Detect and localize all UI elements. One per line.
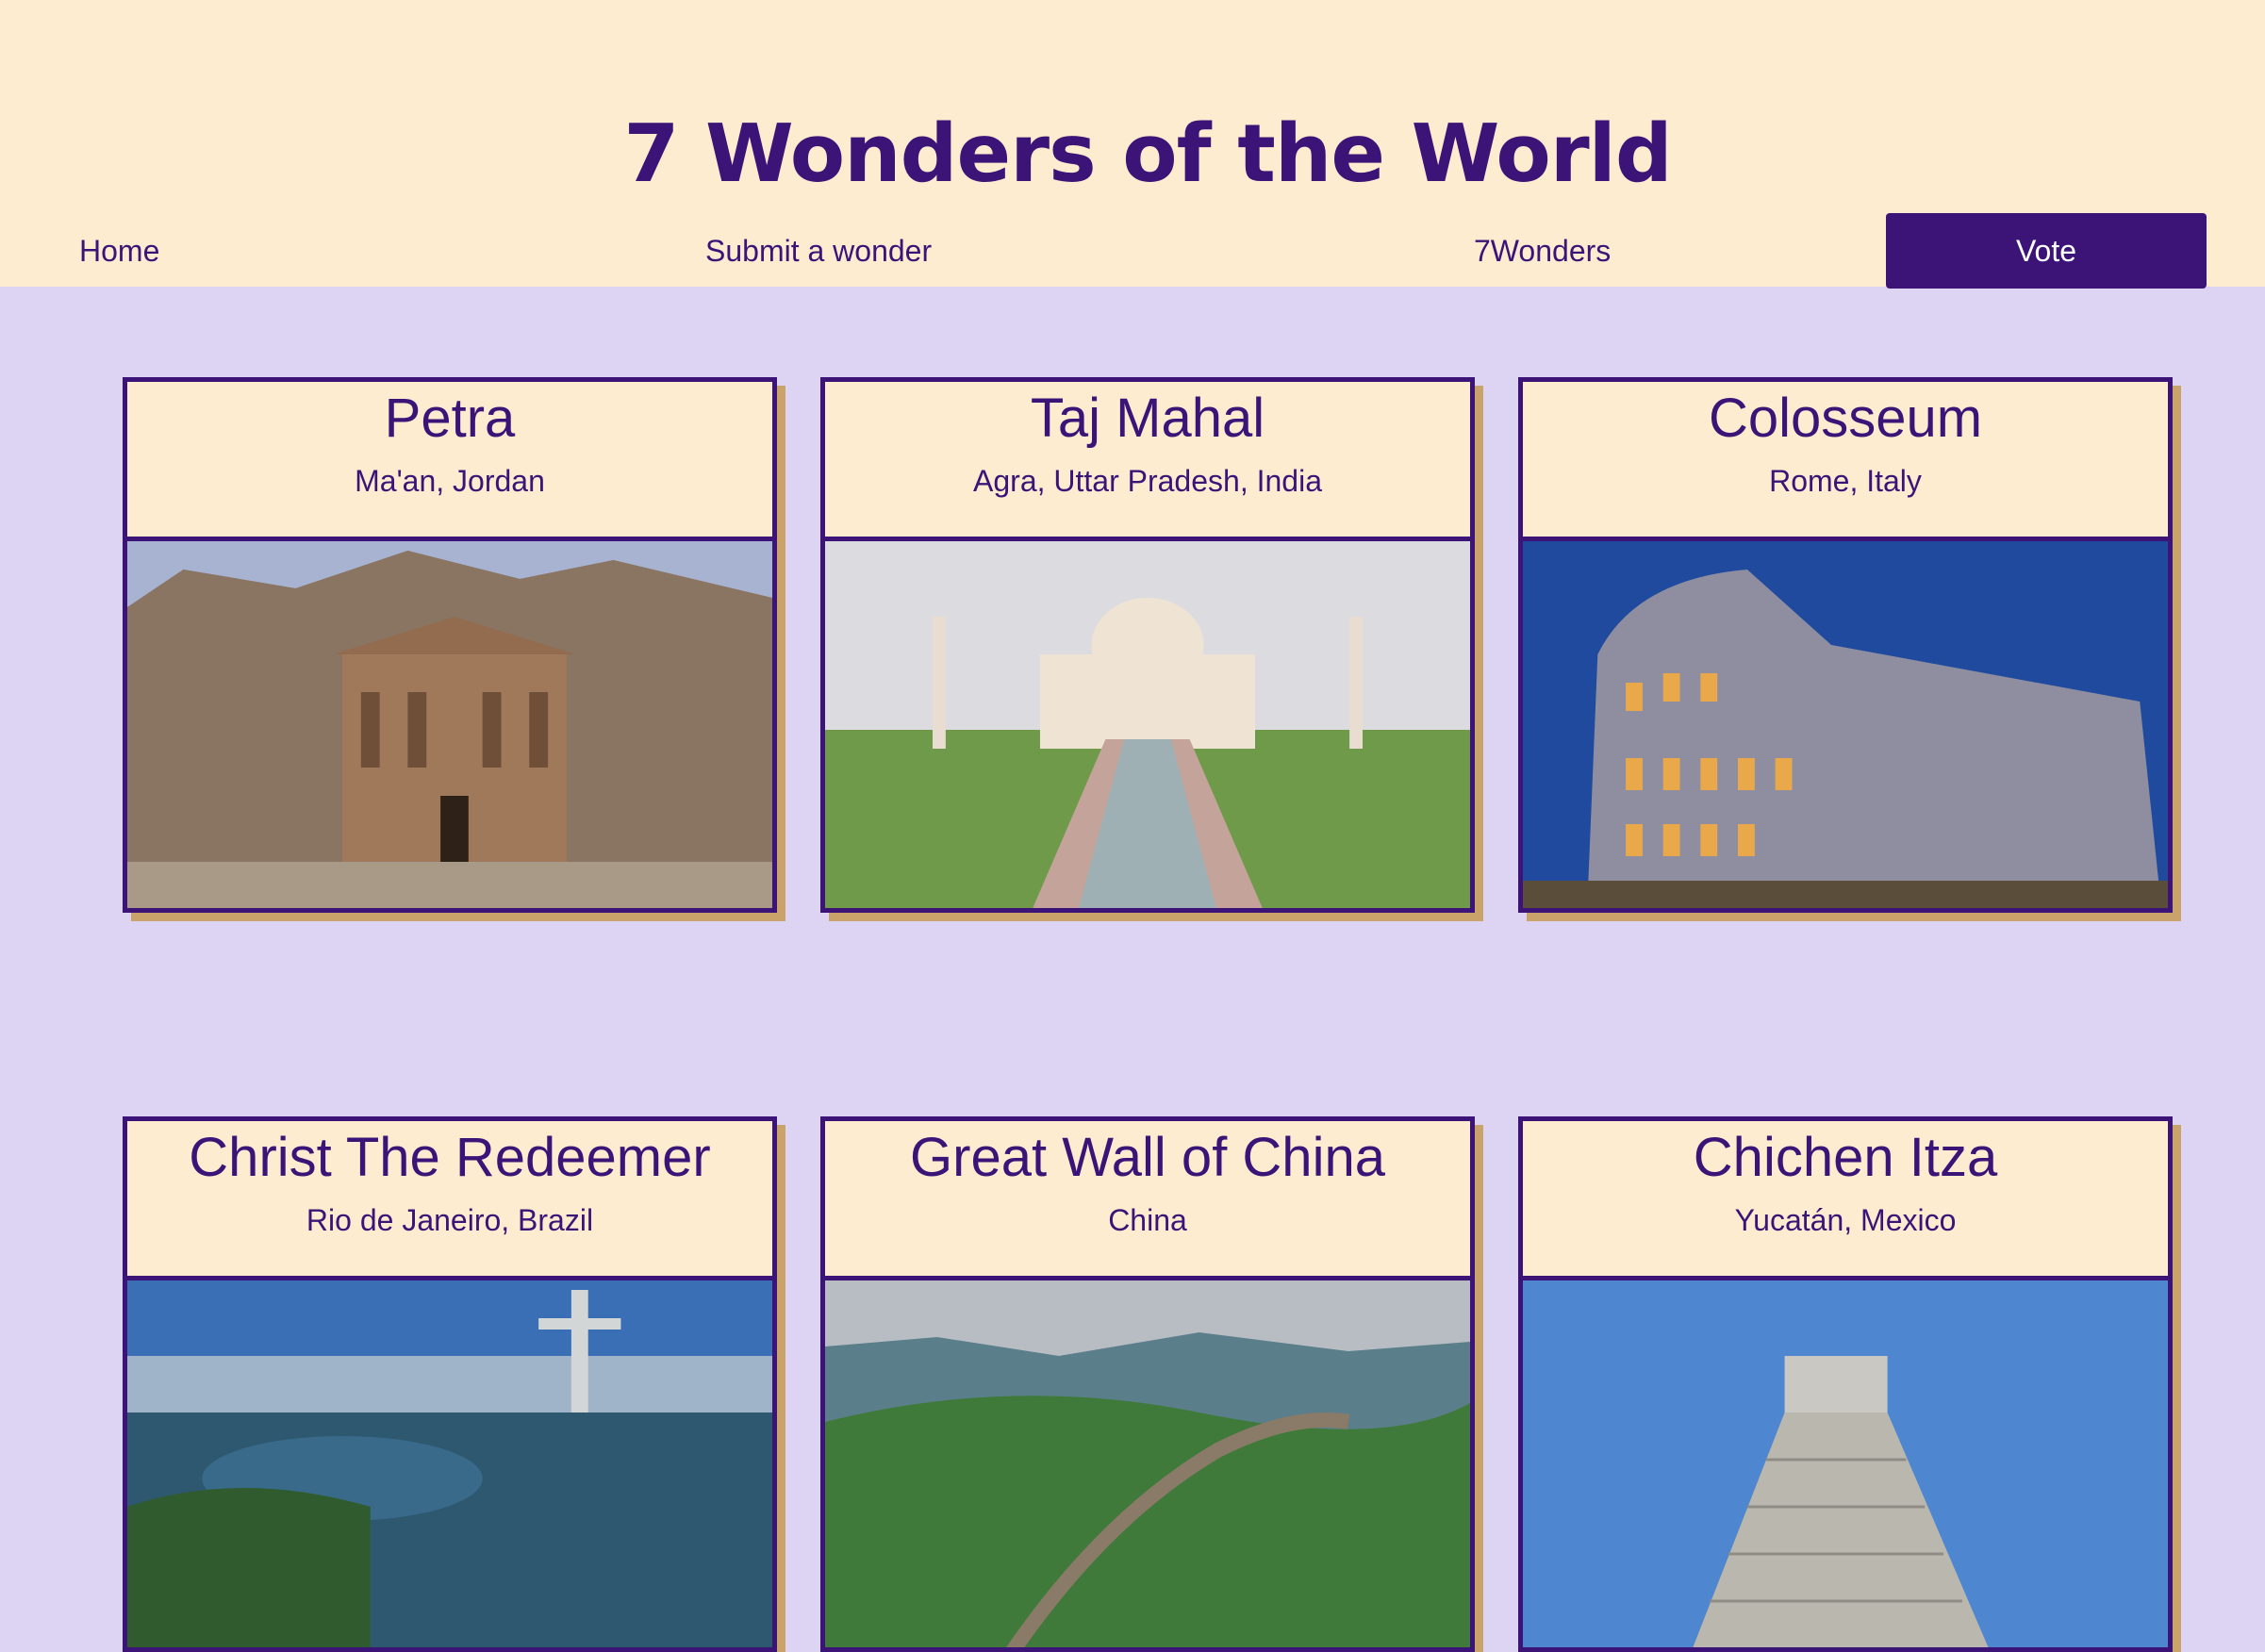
card-location: Rio de Janeiro, Brazil [306, 1203, 594, 1237]
card-header: Great Wall of China China [825, 1121, 1470, 1280]
card-header: Chichen Itza Yucatán, Mexico [1523, 1121, 2168, 1280]
wonder-card-christ-the-redeemer[interactable]: Christ The Redeemer Rio de Janeiro, Braz… [123, 1116, 777, 1652]
card-header: Colosseum Rome, Italy [1523, 382, 2168, 541]
card-image-chichen-itza [1523, 1280, 2168, 1647]
wonder-card-great-wall[interactable]: Great Wall of China China [820, 1116, 1475, 1652]
card-location: China [1108, 1203, 1187, 1237]
nav-home-link[interactable]: Home [79, 213, 159, 289]
card-image-taj-mahal [825, 541, 1470, 908]
wonder-card-petra[interactable]: Petra Ma'an, Jordan [123, 377, 777, 913]
card-title: Taj Mahal [1030, 388, 1265, 449]
card-location: Ma'an, Jordan [355, 464, 545, 498]
card-image-christ-the-redeemer [127, 1280, 772, 1647]
site-header: 7 Wonders of the World Home Submit a won… [0, 0, 2265, 289]
nav-7wonders-link[interactable]: 7Wonders [1474, 213, 1611, 289]
wonder-card-chichen-itza[interactable]: Chichen Itza Yucatán, Mexico [1518, 1116, 2173, 1652]
card-header: Christ The Redeemer Rio de Janeiro, Braz… [127, 1121, 772, 1280]
card-title: Great Wall of China [910, 1127, 1385, 1188]
card-location: Agra, Uttar Pradesh, India [973, 464, 1322, 498]
vote-button[interactable]: Vote [1886, 213, 2207, 289]
card-title: Petra [384, 388, 516, 449]
card-title: Colosseum [1708, 388, 1983, 449]
card-title: Chichen Itza [1693, 1127, 1998, 1188]
wonder-card-colosseum[interactable]: Colosseum Rome, Italy [1518, 377, 2173, 913]
card-image-great-wall [825, 1280, 1470, 1647]
card-image-petra [127, 541, 772, 908]
card-header: Taj Mahal Agra, Uttar Pradesh, India [825, 382, 1470, 541]
card-location: Yucatán, Mexico [1734, 1203, 1957, 1237]
card-image-colosseum [1523, 541, 2168, 908]
card-title: Christ The Redeemer [189, 1127, 711, 1188]
card-location: Rome, Italy [1769, 464, 1922, 498]
card-header: Petra Ma'an, Jordan [127, 382, 772, 541]
nav-submit-link[interactable]: Submit a wonder [705, 213, 932, 289]
wonder-card-taj-mahal[interactable]: Taj Mahal Agra, Uttar Pradesh, India [820, 377, 1475, 913]
site-title: 7 Wonders of the World [623, 107, 1672, 201]
